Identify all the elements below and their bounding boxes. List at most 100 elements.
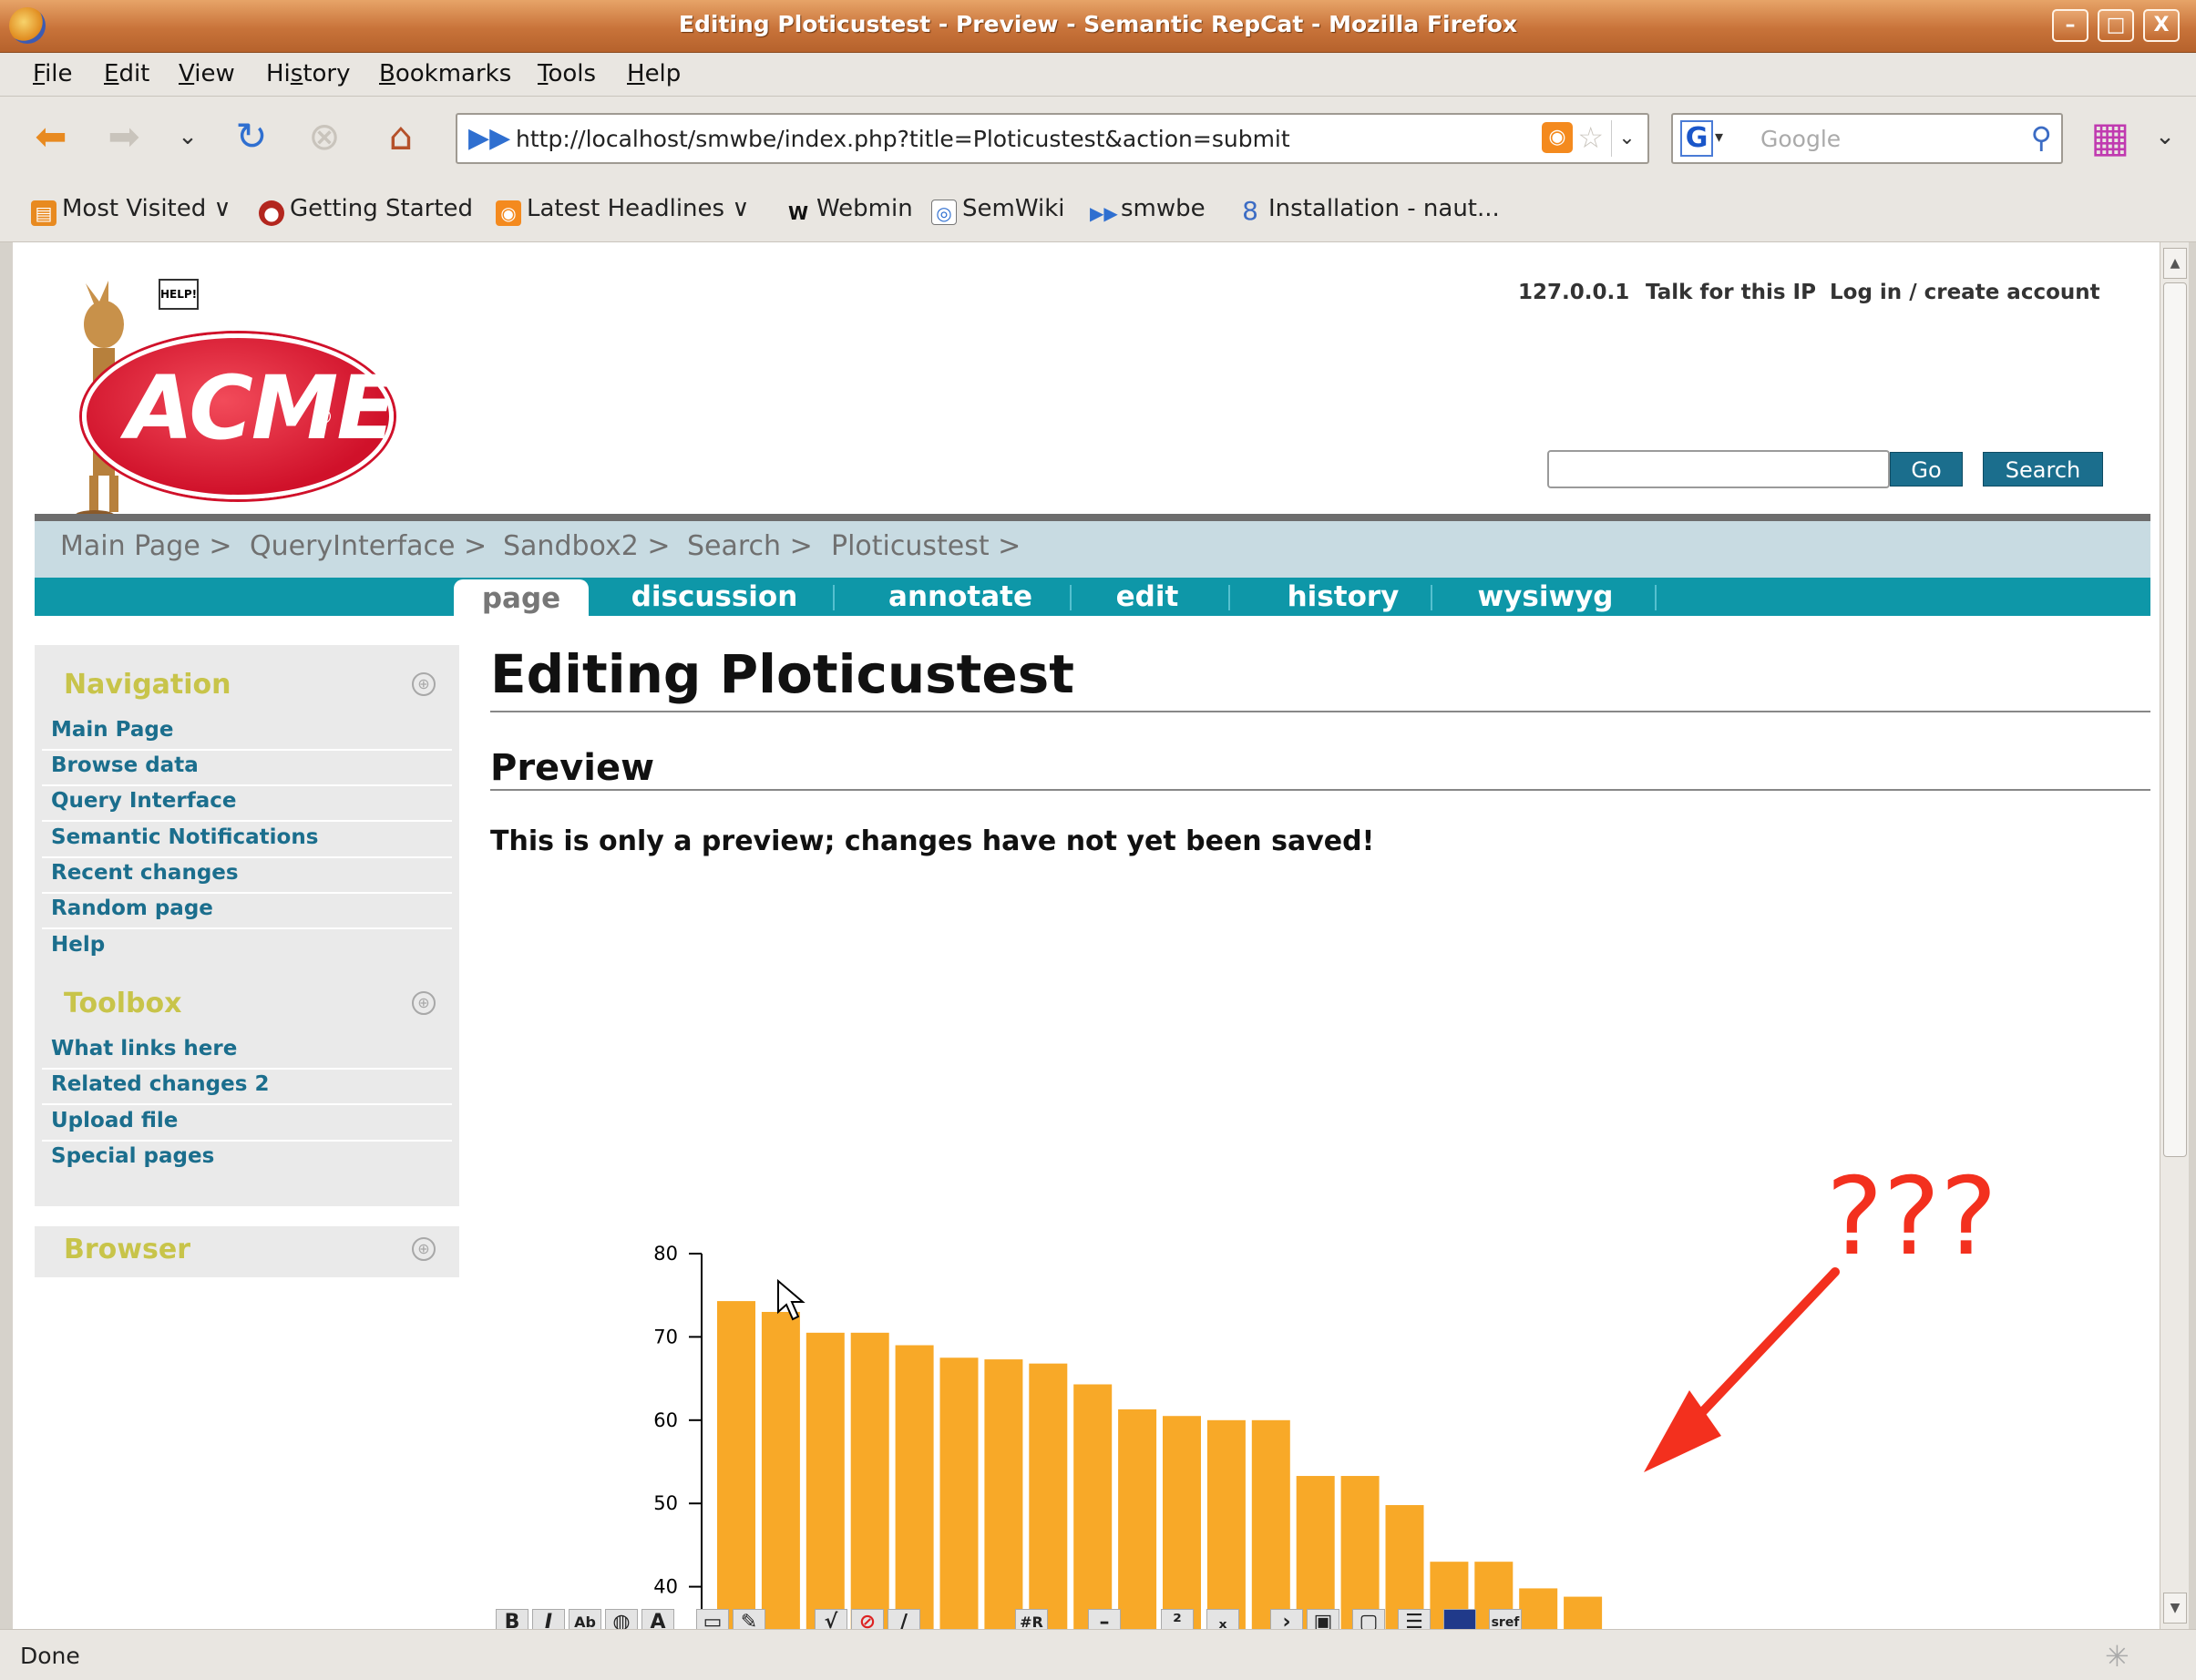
table-button[interactable]: ☰	[1398, 1609, 1431, 1629]
comment-button[interactable]: ›	[1270, 1609, 1303, 1629]
search-engine-box[interactable]: G ▾ Google ⚲	[1671, 113, 2063, 164]
forward-icon[interactable]: ➡	[100, 113, 148, 160]
breadcrumb-ploticustest[interactable]: Ploticustest >	[831, 530, 1021, 562]
sidebar-item-browse-data[interactable]: Browse data	[51, 753, 199, 777]
scrollbar-thumb[interactable]	[2163, 282, 2187, 1157]
quote-button[interactable]: ▢	[1352, 1609, 1385, 1629]
menu-file[interactable]: File	[33, 60, 73, 87]
rule-button[interactable]	[1443, 1609, 1476, 1629]
redirect-button[interactable]: #R	[1015, 1609, 1048, 1629]
sref-button[interactable]: sref	[1489, 1609, 1522, 1629]
navigation-collapse-icon[interactable]: ⊕	[412, 672, 436, 696]
strike-button[interactable]: –	[1088, 1609, 1121, 1629]
bold-button[interactable]: B	[496, 1609, 528, 1629]
headline-button[interactable]: A	[641, 1609, 674, 1629]
window-titlebar[interactable]: Editing Ploticustest - Preview - Semanti…	[0, 0, 2196, 53]
bookmark-star-icon[interactable]: ☆	[1577, 120, 1604, 155]
bookmark-latest-headlines[interactable]: ◉ Latest Headlines ∨	[496, 195, 749, 226]
history-dropdown-icon[interactable]: ⌄	[164, 113, 211, 160]
sidebar-item-what-links-here[interactable]: What links here	[51, 1037, 237, 1060]
apps-grid-icon[interactable]: ▦	[2087, 113, 2134, 160]
page-viewport[interactable]: HELP! ACME ® 127.0.0.1 Talk for this IP …	[13, 242, 2160, 1629]
tab-wysiwyg[interactable]: wysiwyg	[1454, 578, 1637, 616]
internal-link-button[interactable]: Ab	[569, 1609, 601, 1629]
tab-history[interactable]: history	[1252, 578, 1434, 616]
bookmark-installation[interactable]: 8 Installation - naut...	[1237, 195, 1500, 224]
status-text: Done	[20, 1643, 80, 1669]
bookmark-smwbe[interactable]: ▶▶ smwbe	[1090, 195, 1206, 226]
sidebar-item-recent-changes[interactable]: Recent changes	[51, 861, 239, 885]
sidebar-item-semantic-notifications[interactable]: Semantic Notifications	[51, 825, 318, 849]
toolbar-dropdown-icon[interactable]: ⌄	[2141, 113, 2189, 160]
sidebar-divider	[42, 1068, 452, 1070]
bookmark-getting-started[interactable]: ● Getting Started	[259, 195, 473, 226]
sidebar-item-query-interface[interactable]: Query Interface	[51, 789, 237, 813]
smwbe-icon: ▶▶	[1090, 202, 1118, 224]
menu-bookmarks[interactable]: Bookmarks	[379, 60, 511, 87]
google-icon[interactable]: G	[1680, 120, 1713, 157]
login-link[interactable]: Log in / create account	[1830, 281, 2100, 304]
math-button[interactable]: √	[815, 1609, 847, 1629]
breadcrumb-search[interactable]: Search >	[687, 530, 813, 562]
url-bar[interactable]: ▶▶ http://localhost/smwbe/index.php?titl…	[456, 113, 1649, 164]
ploticus-bar-chart: 304050607080OrMary	[653, 1243, 1603, 1629]
tab-discussion[interactable]: discussion	[614, 578, 815, 616]
rss-icon[interactable]: ◉	[1542, 122, 1573, 153]
scroll-down-icon[interactable]: ▼	[2163, 1593, 2187, 1624]
menu-help[interactable]: Help	[627, 60, 681, 87]
bookmark-webmin[interactable]: W Webmin	[785, 195, 913, 226]
bookmark-semwiki[interactable]: ◎ SemWiki	[931, 195, 1064, 225]
back-icon[interactable]: ⬅	[27, 113, 75, 160]
annotation-arrow-icon	[1644, 1267, 1840, 1472]
sidebar-item-special-pages[interactable]: Special pages	[51, 1144, 214, 1168]
scroll-up-icon[interactable]: ▲	[2163, 248, 2187, 279]
menu-edit[interactable]: Edit	[104, 60, 149, 87]
sub-button[interactable]: ₓ	[1206, 1609, 1239, 1629]
search-button[interactable]: Search	[1983, 452, 2103, 487]
italic-button[interactable]: I	[532, 1609, 565, 1629]
engine-dropdown-icon[interactable]: ▾	[1715, 128, 1723, 147]
breadcrumb-sandbox2[interactable]: Sandbox2 >	[503, 530, 670, 562]
wiki-search-input[interactable]	[1547, 450, 1890, 488]
y-tick-label: 80	[653, 1243, 678, 1265]
sidebar-divider	[42, 892, 452, 894]
sidebar-item-related-changes[interactable]: Related changes 2	[51, 1072, 269, 1096]
menu-view[interactable]: View	[179, 60, 235, 87]
reload-icon[interactable]: ↻	[228, 113, 275, 160]
sidebar-item-upload-file[interactable]: Upload file	[51, 1109, 178, 1132]
sidebar-item-help[interactable]: Help	[51, 933, 105, 957]
url-dropdown-icon[interactable]: ⌄	[1611, 120, 1642, 157]
home-icon[interactable]: ⌂	[377, 113, 425, 160]
talk-link[interactable]: Talk for this IP	[1646, 281, 1816, 304]
image-button[interactable]: ▭	[696, 1609, 729, 1629]
bar	[1296, 1476, 1335, 1629]
breadcrumb-queryinterface[interactable]: QueryInterface >	[250, 530, 487, 562]
gallery-button[interactable]: ▣	[1307, 1609, 1339, 1629]
tab-edit[interactable]: edit	[1088, 578, 1206, 616]
minimize-button[interactable]: –	[2052, 9, 2088, 42]
close-button[interactable]: X	[2143, 9, 2180, 42]
rss-feed-icon: ◉	[496, 200, 521, 226]
breadcrumb-main-page[interactable]: Main Page >	[60, 530, 231, 562]
menu-tools[interactable]: Tools	[538, 60, 596, 87]
sidebar-item-random-page[interactable]: Random page	[51, 896, 213, 920]
toolbox-heading: Toolbox	[64, 988, 182, 1019]
tab-page[interactable]: page	[454, 579, 589, 618]
signature-button[interactable]: ∕	[888, 1609, 920, 1629]
sup-button[interactable]: ²	[1161, 1609, 1194, 1629]
browser-collapse-icon[interactable]: ⊕	[412, 1237, 436, 1261]
sidebar-item-main-page[interactable]: Main Page	[51, 718, 174, 742]
search-icon[interactable]: ⚲	[2031, 120, 2052, 155]
go-button[interactable]: Go	[1890, 452, 1963, 487]
menu-history[interactable]: History	[266, 60, 351, 87]
media-button[interactable]: ✎	[733, 1609, 765, 1629]
external-link-icon[interactable]: ◍	[605, 1609, 638, 1629]
nowiki-button[interactable]: ⊘	[851, 1609, 884, 1629]
toolbox-collapse-icon[interactable]: ⊕	[412, 991, 436, 1015]
stop-icon[interactable]: ⊗	[301, 113, 348, 160]
y-tick-label: 40	[653, 1576, 678, 1598]
bookmark-most-visited[interactable]: ▤ Most Visited ∨	[31, 195, 231, 226]
vertical-scrollbar[interactable]: ▲ ▼	[2160, 242, 2189, 1629]
tab-annotate[interactable]: annotate	[860, 578, 1061, 616]
maximize-button[interactable]: □	[2098, 9, 2134, 42]
